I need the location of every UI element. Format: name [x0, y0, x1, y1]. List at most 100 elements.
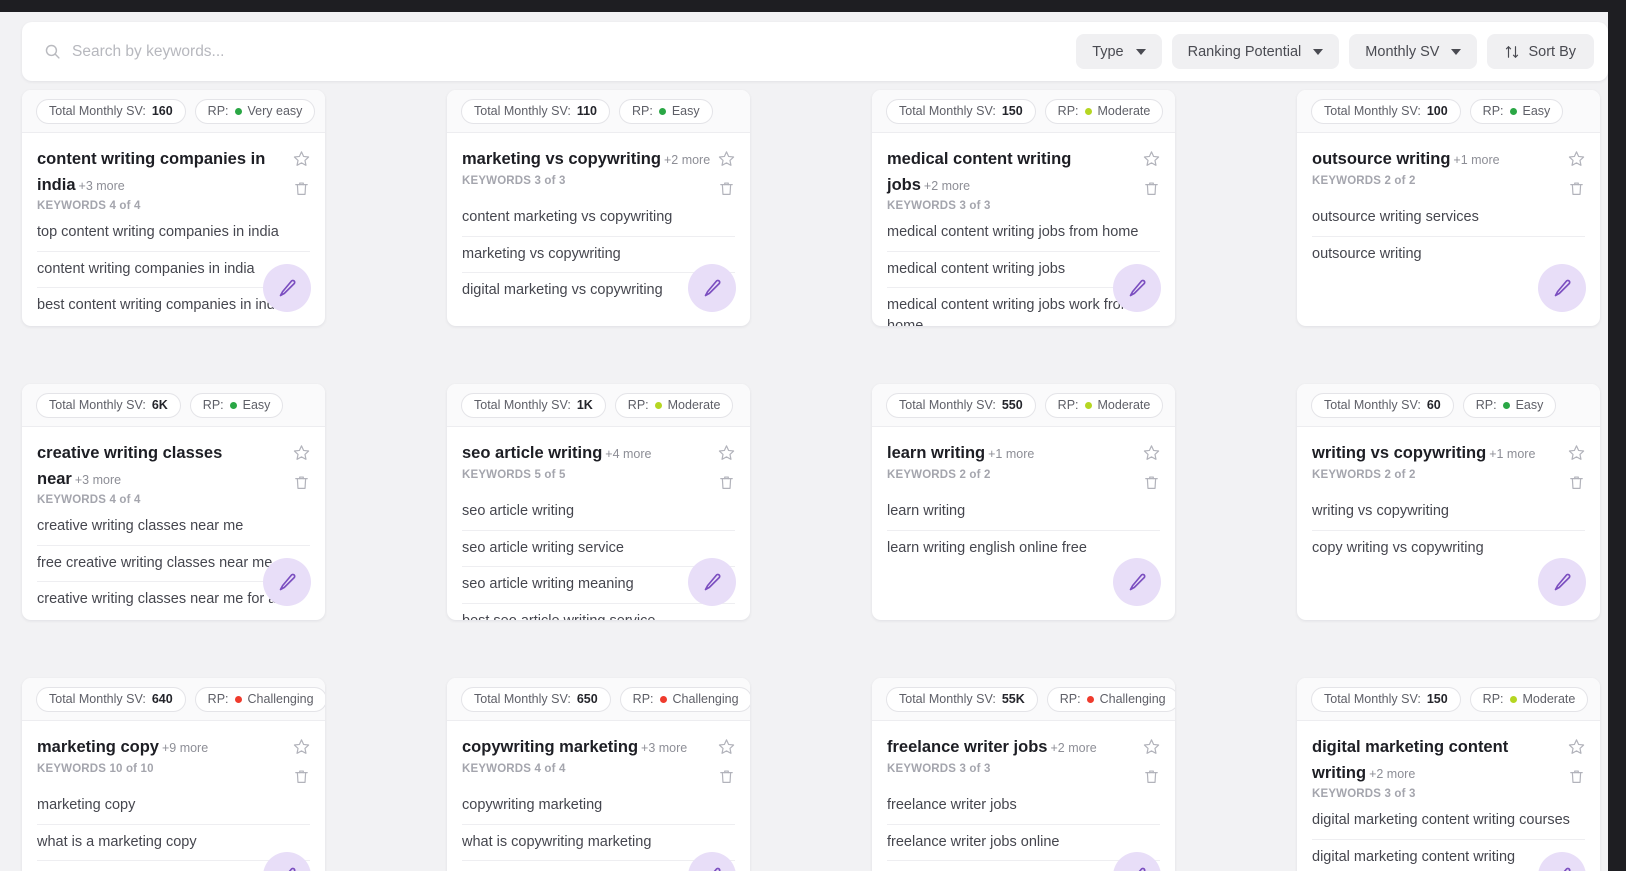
- keyword-item[interactable]: what is copywriting marketing: [462, 823, 735, 861]
- keyword-item[interactable]: seo article writing: [462, 497, 735, 530]
- keyword-card[interactable]: Total Monthly SV: 100 RP: Easy outsource…: [1297, 90, 1600, 326]
- keyword-card[interactable]: Total Monthly SV: 6K RP: Easy creative w…: [22, 384, 325, 620]
- keyword-item[interactable]: outsource writing: [1312, 235, 1585, 273]
- edit-cluster-button[interactable]: [263, 264, 311, 312]
- ranking-potential-filter-button[interactable]: Ranking Potential: [1171, 34, 1340, 69]
- keyword-card[interactable]: Total Monthly SV: 550 RP: Moderate learn…: [872, 384, 1175, 620]
- star-icon[interactable]: [293, 738, 310, 755]
- rp-value: Easy: [1522, 104, 1551, 118]
- keyword-item[interactable]: learn writing english online free: [887, 529, 1160, 567]
- card-actions: [1568, 147, 1585, 197]
- card-more-count[interactable]: +1 more: [1489, 447, 1535, 461]
- page-surface: Type Ranking Potential Monthly SV: [0, 12, 1608, 871]
- trash-icon[interactable]: [718, 768, 735, 785]
- keyword-item[interactable]: learn writing: [887, 497, 1160, 530]
- star-icon[interactable]: [1568, 738, 1585, 755]
- star-icon[interactable]: [293, 150, 310, 167]
- total-monthly-sv-badge: Total Monthly SV: 100: [1311, 98, 1461, 124]
- search-input[interactable]: [72, 22, 1077, 81]
- card-body: freelance writer jobs +2 more KEYWORDS 3 …: [872, 721, 1175, 871]
- keyword-item[interactable]: writing vs copywriting: [1312, 497, 1585, 530]
- keyword-item[interactable]: digital marketing content writing course…: [1312, 806, 1585, 839]
- card-more-count[interactable]: +2 more: [1050, 741, 1096, 755]
- type-filter-button[interactable]: Type: [1076, 34, 1162, 69]
- keyword-item[interactable]: content marketing vs copywriting: [462, 203, 735, 236]
- keyword-item[interactable]: outsource writing services: [1312, 203, 1585, 236]
- keyword-card[interactable]: Total Monthly SV: 55K RP: Challenging fr…: [872, 678, 1175, 871]
- keyword-item[interactable]: freelance writer jobs online: [887, 823, 1160, 861]
- trash-icon[interactable]: [1143, 474, 1160, 491]
- keyword-card[interactable]: Total Monthly SV: 110 RP: Easy marketing…: [447, 90, 750, 326]
- star-icon[interactable]: [1568, 444, 1585, 461]
- trash-icon[interactable]: [1143, 180, 1160, 197]
- card-title-block: writing vs copywriting +1 more KEYWORDS 2…: [1312, 441, 1562, 481]
- star-icon[interactable]: [1143, 738, 1160, 755]
- keyword-item[interactable]: top content writing companies in india: [37, 218, 310, 251]
- star-icon[interactable]: [1143, 444, 1160, 461]
- edit-cluster-button[interactable]: [688, 264, 736, 312]
- card-actions: [1143, 147, 1160, 197]
- star-icon[interactable]: [718, 150, 735, 167]
- keyword-item[interactable]: marketing copy: [37, 791, 310, 824]
- card-more-count[interactable]: +2 more: [924, 179, 970, 193]
- card-more-count[interactable]: +2 more: [664, 153, 710, 167]
- star-icon[interactable]: [1143, 150, 1160, 167]
- keyword-item[interactable]: medical content writing jobs from home: [887, 218, 1160, 251]
- card-header: Total Monthly SV: 150 RP: Moderate: [872, 90, 1175, 133]
- trash-icon[interactable]: [293, 474, 310, 491]
- edit-cluster-button[interactable]: [688, 558, 736, 606]
- card-more-count[interactable]: +1 more: [988, 447, 1034, 461]
- sort-by-button[interactable]: Sort By: [1487, 34, 1594, 69]
- card-more-count[interactable]: +3 more: [641, 741, 687, 755]
- keyword-card[interactable]: Total Monthly SV: 640 RP: Challenging ma…: [22, 678, 325, 871]
- trash-icon[interactable]: [1143, 768, 1160, 785]
- card-more-count[interactable]: +3 more: [75, 473, 121, 487]
- star-icon[interactable]: [1568, 150, 1585, 167]
- keyword-item[interactable]: what is a marketing copy: [37, 823, 310, 861]
- monthly-sv-filter-button[interactable]: Monthly SV: [1349, 34, 1478, 69]
- keyword-card[interactable]: Total Monthly SV: 160 RP: Very easy cont…: [22, 90, 325, 326]
- chevron-down-icon: [1451, 48, 1462, 55]
- keyword-card[interactable]: Total Monthly SV: 150 RP: Moderate digit…: [1297, 678, 1600, 871]
- card-more-count[interactable]: +1 more: [1453, 153, 1499, 167]
- keyword-card[interactable]: Total Monthly SV: 1K RP: Moderate seo ar…: [447, 384, 750, 620]
- keyword-card[interactable]: Total Monthly SV: 650 RP: Challenging co…: [447, 678, 750, 871]
- card-more-count[interactable]: +2 more: [1369, 767, 1415, 781]
- edit-cluster-button[interactable]: [1113, 558, 1161, 606]
- keyword-item[interactable]: creative writing classes near me: [37, 512, 310, 545]
- trash-icon[interactable]: [1568, 768, 1585, 785]
- rp-status-dot: [229, 401, 237, 409]
- trash-icon[interactable]: [293, 768, 310, 785]
- card-more-count[interactable]: +4 more: [605, 447, 651, 461]
- rp-label: RP:: [207, 692, 229, 706]
- keyword-card[interactable]: Total Monthly SV: 150 RP: Moderate medic…: [872, 90, 1175, 326]
- keyword-item[interactable]: copy writing vs copywriting: [1312, 529, 1585, 567]
- keyword-item[interactable]: marketing vs copywriting: [462, 235, 735, 273]
- trash-icon[interactable]: [1568, 180, 1585, 197]
- rp-label: RP:: [202, 398, 224, 412]
- trash-icon[interactable]: [1568, 474, 1585, 491]
- keyword-item[interactable]: seo article writing service: [462, 529, 735, 567]
- search-container[interactable]: [44, 22, 1077, 81]
- card-more-count[interactable]: +9 more: [162, 741, 208, 755]
- edit-cluster-button[interactable]: [263, 558, 311, 606]
- card-title: content writing companies in india: [37, 150, 266, 194]
- card-header: Total Monthly SV: 100 RP: Easy: [1297, 90, 1600, 133]
- trash-icon[interactable]: [293, 180, 310, 197]
- keyword-item[interactable]: copywriting marketing: [462, 791, 735, 824]
- rp-status-dot: [654, 401, 662, 409]
- rp-label: RP:: [1057, 398, 1079, 412]
- keyword-item[interactable]: best seo article writing service: [462, 602, 735, 620]
- star-icon[interactable]: [718, 738, 735, 755]
- card-title-block: learn writing +1 more KEYWORDS 2 of 2: [887, 441, 1137, 481]
- keyword-card[interactable]: Total Monthly SV: 60 RP: Easy writing vs…: [1297, 384, 1600, 620]
- keyword-item[interactable]: freelance writer jobs: [887, 791, 1160, 824]
- edit-cluster-button[interactable]: [1538, 264, 1586, 312]
- trash-icon[interactable]: [718, 474, 735, 491]
- edit-cluster-button[interactable]: [1113, 264, 1161, 312]
- edit-cluster-button[interactable]: [1538, 558, 1586, 606]
- card-more-count[interactable]: +3 more: [79, 179, 125, 193]
- star-icon[interactable]: [293, 444, 310, 461]
- trash-icon[interactable]: [718, 180, 735, 197]
- star-icon[interactable]: [718, 444, 735, 461]
